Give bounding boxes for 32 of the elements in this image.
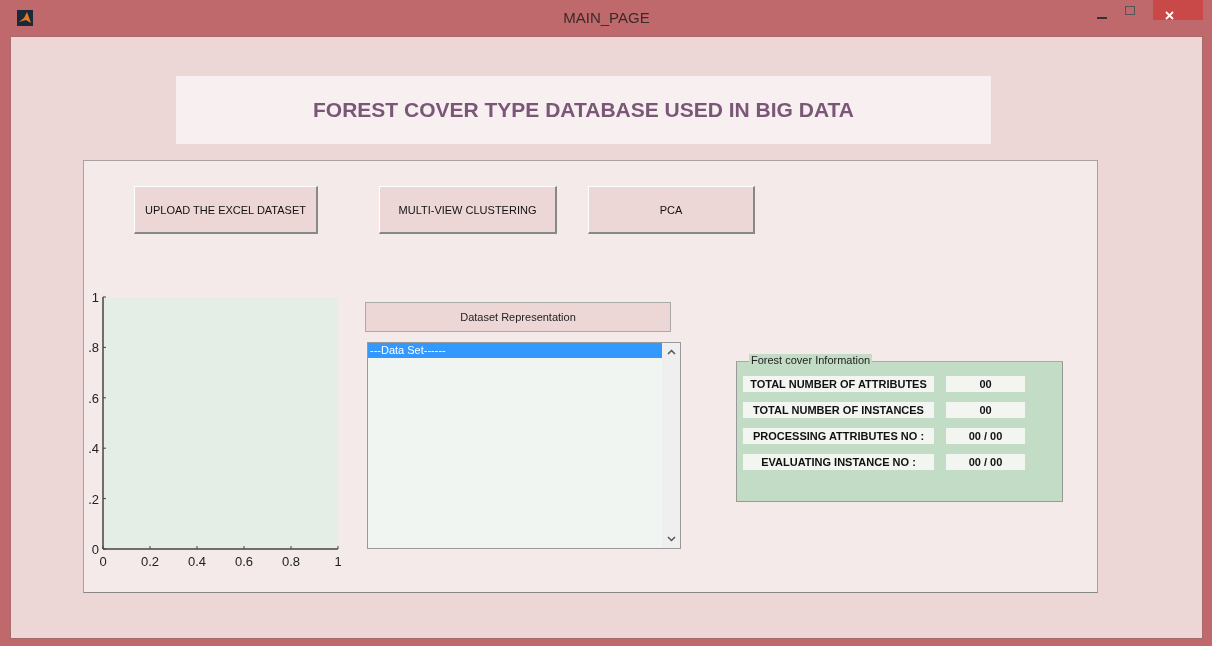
y-tick-label: .6	[88, 390, 99, 406]
x-tick-label: 0.2	[140, 554, 160, 569]
scroll-down-icon[interactable]	[666, 536, 676, 542]
scroll-up-icon[interactable]	[666, 349, 676, 355]
page-heading: FOREST COVER TYPE DATABASE USED IN BIG DATA	[313, 98, 854, 122]
close-icon[interactable]	[1164, 10, 1174, 20]
y-tick-label: .8	[88, 340, 99, 356]
info-label: TOTAL NUMBER OF INSTANCES	[743, 402, 934, 418]
x-tick-label: 0	[99, 554, 107, 569]
x-tick-label: 0.6	[234, 554, 254, 569]
y-tick-label: 0	[91, 542, 99, 557]
x-tick-label: 1	[334, 554, 342, 569]
window-title: MAIN_PAGE	[563, 9, 650, 26]
group-title: Forest cover Information	[749, 354, 873, 366]
action-button[interactable]: UPLOAD THE EXCEL DATASET	[134, 186, 318, 234]
action-button[interactable]: MULTI-VIEW CLUSTERING	[379, 186, 557, 234]
action-button[interactable]: PCA	[588, 186, 755, 234]
app-icon	[17, 10, 33, 26]
info-label: PROCESSING ATTRIBUTES NO :	[743, 428, 934, 444]
info-value: 00	[946, 376, 1025, 392]
info-value: 00 / 00	[946, 454, 1025, 470]
x-tick-label: 0.4	[187, 554, 207, 569]
info-label: TOTAL NUMBER OF ATTRIBUTES	[743, 376, 934, 392]
info-label: EVALUATING INSTANCE NO :	[743, 454, 934, 470]
close-button[interactable]	[1153, 0, 1203, 20]
y-tick-label: .4	[88, 441, 99, 457]
x-tick-label: 0.8	[281, 554, 301, 569]
y-tick-label: .2	[88, 491, 99, 507]
info-value: 00	[946, 402, 1025, 418]
y-tick-label: 1	[91, 290, 99, 305]
info-value: 00 / 00	[946, 428, 1025, 444]
section-label: Dataset Representation	[365, 302, 671, 332]
